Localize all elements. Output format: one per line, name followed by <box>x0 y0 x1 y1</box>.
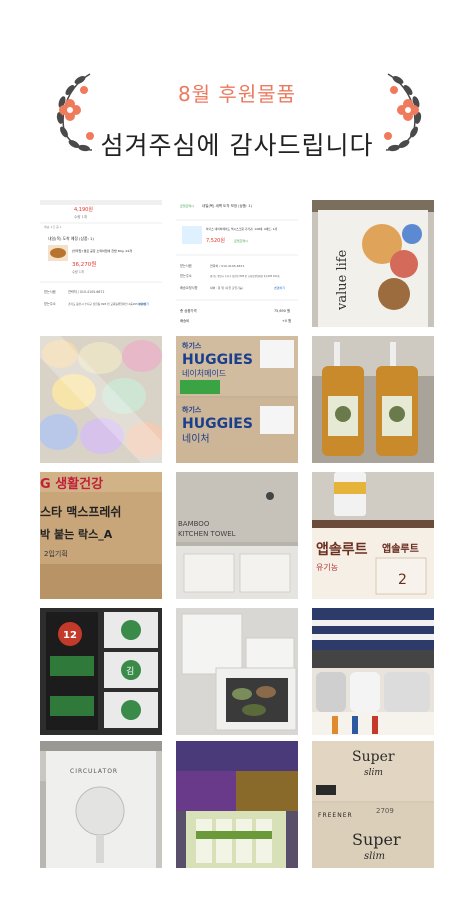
slim-handwritten: 2709 <box>376 807 394 815</box>
photo-huggies-boxes: 하기스 HUGGIES 네이처메이드 하기스 HUGGIES 네이처 <box>176 336 298 463</box>
formula-organic: 유기농 <box>316 563 338 572</box>
formula-brand-2: 앱솔루트 <box>382 542 419 555</box>
receipt1-price: 36,270원 <box>72 260 96 268</box>
lg-product-line1: 스타 맥스프레쉬 <box>40 504 121 519</box>
huggies-line-top: 네이처메이드 <box>182 368 226 378</box>
slim-brand-bottom-2: slim <box>364 851 385 862</box>
receipt2-delivery: 내일(목) 새벽 도착 보장 (상품: 1) <box>202 203 252 208</box>
photo-absolute-formula: 앱솔루트 앱솔루트 유기농 2 <box>312 472 434 599</box>
receipt2-badge: 로켓프레시 <box>180 203 194 208</box>
receipt2-price: 7,520원 <box>206 237 225 244</box>
huggies-line-bottom: 네이처 <box>182 433 210 445</box>
huggies-kr-top: 하기스 <box>182 341 202 350</box>
photo-drink-boxes <box>176 741 298 868</box>
lg-product-line2: 박 붙는 락스_A <box>40 527 113 541</box>
slim-freener: FREENER <box>318 812 353 819</box>
receipt1-label-recipient: 받는사람 <box>44 289 56 294</box>
photo-value-life-bag: value life <box>312 200 434 327</box>
seaweed-label: 김 <box>126 665 134 677</box>
receipt1-qty-top: 수량 1개 <box>74 214 87 219</box>
receipt2-request: 새벽 : 문 앞 (자유 출입가능) <box>210 286 243 290</box>
order-receipt-2: 로켓프레시 내일(목) 새벽 도착 보장 (상품: 1) 하기스 네이처메이드 … <box>176 200 298 327</box>
formula-brand-1: 앱솔루트 <box>316 542 368 558</box>
diaper-image <box>182 226 202 244</box>
receipt1-address: 경기도 용인시 수지구 상현동 828 번 교회동원엄마인 4층205 102호 <box>68 302 147 306</box>
donation-photo-grid: 4,190원 수량 1개 배송 2건 중 1 내일(목) 도착 예정 (상품: … <box>40 200 434 868</box>
receipt2-change-link[interactable]: 변경하기 <box>274 285 285 290</box>
receipt2-phone: 연락처 / 010-4105-6671 <box>210 263 244 268</box>
receipt2-badge2: 로켓프레시 <box>234 238 248 243</box>
bag-brand-text: value life <box>335 249 350 311</box>
photo-soap-bottles <box>312 336 434 463</box>
photo-pastel-soaps <box>40 336 162 463</box>
receipt1-change-link[interactable]: 변경하기 <box>138 301 149 306</box>
receipt2-address: 경기도 용인시 수지구 상현동 828 번 교회동원엄마인 4층205 102호 <box>210 274 280 278</box>
towel-text-2: KITCHEN TOWEL <box>178 530 236 538</box>
receipt2-total-label: 총 상품가격 <box>180 308 197 313</box>
header: 8월 후원물품 섬겨주심에 감사드립니다 <box>0 0 474 190</box>
slim-brand-bottom-1: Super <box>352 830 401 849</box>
receipt1-item: [블루탑] 쌀로 공장 소떡하임에 찬밥 80g, 24개 <box>72 248 132 253</box>
receipt2-ship: +0 원 <box>282 318 291 323</box>
huggies-kr-bottom: 하기스 <box>182 405 202 414</box>
lg-product-line3: 2입기획 <box>44 549 68 558</box>
receipt1-section: 배송 2건 중 1 <box>44 224 62 229</box>
slim-brand-top-2: slim <box>364 768 383 778</box>
receipt1-phone: 연락처 / 010-4105-6671 <box>68 289 105 294</box>
slim-brand-top-1: Super <box>352 749 395 765</box>
receipt2-label-recipient: 받는사람 <box>180 263 192 268</box>
receipt2-item: 하기스 네이처메이드 맥시스크림 기저귀, 140매, 4세트, 1개 <box>206 227 277 231</box>
huggies-en-top: HUGGIES <box>182 352 253 368</box>
floral-wreath-right-icon <box>384 73 422 152</box>
photo-super-slim: Super slim FREENER 2709 Super slim <box>312 741 434 868</box>
photo-socks <box>312 608 434 735</box>
receipt1-label-address: 받는주소 <box>44 301 56 306</box>
order-receipt-1: 4,190원 수량 1개 배송 2건 중 1 내일(목) 도착 예정 (상품: … <box>40 200 162 327</box>
photo-seaweed-packs: 12 김 <box>40 608 162 735</box>
receipt1-qty: 수량 1개 <box>72 269 84 274</box>
formula-stage: 2 <box>398 572 407 588</box>
seaweed-count: 12 <box>63 630 77 641</box>
receipt2-label-request: 배송요청사항 <box>180 285 198 290</box>
towel-text-1: BAMBOO <box>178 520 210 528</box>
circulator-label: CIRCULATOR <box>70 768 118 775</box>
photo-styrofoam-box <box>176 608 298 735</box>
receipt2-total: 75,690 원 <box>274 308 290 313</box>
lg-brand-text: G 생활건강 <box>40 476 103 492</box>
photo-circulator: CIRCULATOR <box>40 741 162 868</box>
photo-kitchen-towel: BAMBOO KITCHEN TOWEL <box>176 472 298 599</box>
receipt2-ship-label: 배송비 <box>180 318 189 323</box>
huggies-en-bottom: HUGGIES <box>182 416 253 432</box>
receipt2-label-address: 받는주소 <box>180 273 192 278</box>
receipt1-price-top: 4,190원 <box>74 206 93 213</box>
receipt1-delivery: 내일(목) 도착 예정 (상품: 1) <box>48 236 94 241</box>
food-image <box>50 248 66 258</box>
photo-lg-box: G 생활건강 스타 맥스프레쉬 박 붙는 락스_A 2입기획 <box>40 472 162 599</box>
